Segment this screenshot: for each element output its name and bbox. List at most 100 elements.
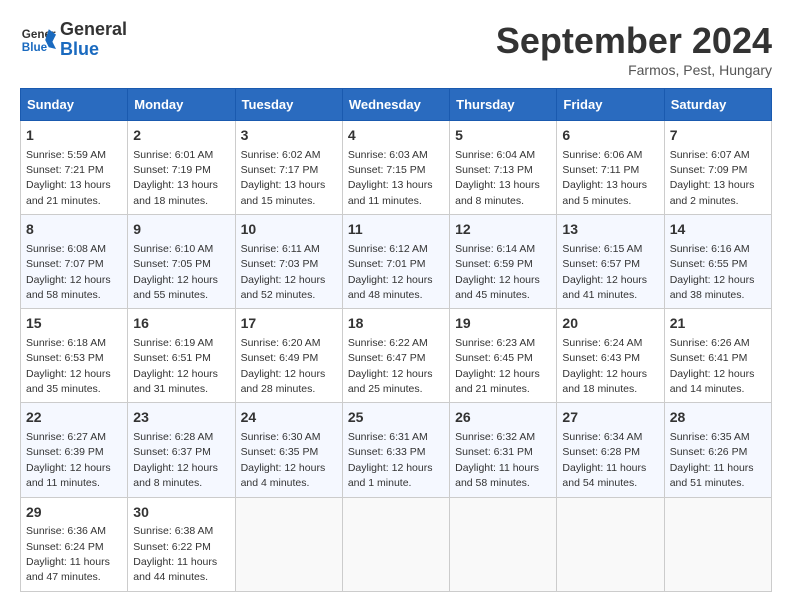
cell-info: Sunrise: 5:59 AMSunset: 7:21 PMDaylight:… (26, 149, 111, 207)
calendar-cell: 14 Sunrise: 6:16 AMSunset: 6:55 PMDayligh… (664, 215, 771, 309)
cell-info: Sunrise: 6:11 AMSunset: 7:03 PMDaylight:… (241, 243, 326, 301)
cell-info: Sunrise: 6:16 AMSunset: 6:55 PMDaylight:… (670, 243, 755, 301)
calendar-cell: 19 Sunrise: 6:23 AMSunset: 6:45 PMDayligh… (450, 309, 557, 403)
cell-info: Sunrise: 6:06 AMSunset: 7:11 PMDaylight:… (562, 149, 647, 207)
calendar-cell: 7Sunrise: 6:07 AMSunset: 7:09 PMDaylight… (664, 121, 771, 215)
calendar-cell: 3 Sunrise: 6:02 AMSunset: 7:17 PMDaylight… (235, 121, 342, 215)
day-number: 12 (455, 220, 551, 240)
cell-info: Sunrise: 6:28 AMSunset: 6:37 PMDaylight:… (133, 431, 218, 489)
calendar-cell (235, 497, 342, 591)
cell-info: Sunrise: 6:36 AMSunset: 6:24 PMDaylight:… (26, 525, 110, 583)
cell-info: Sunrise: 6:32 AMSunset: 6:31 PMDaylight:… (455, 431, 539, 489)
col-sunday: Sunday (21, 89, 128, 121)
calendar-cell: 24 Sunrise: 6:30 AMSunset: 6:35 PMDayligh… (235, 403, 342, 497)
calendar-cell: 2Sunrise: 6:01 AMSunset: 7:19 PMDaylight… (128, 121, 235, 215)
cell-info: Sunrise: 6:01 AMSunset: 7:19 PMDaylight:… (133, 149, 218, 207)
title-area: September 2024 Farmos, Pest, Hungary (496, 20, 772, 78)
cell-info: Sunrise: 6:20 AMSunset: 6:49 PMDaylight:… (241, 337, 326, 395)
day-number: 8 (26, 220, 122, 240)
col-wednesday: Wednesday (342, 89, 449, 121)
cell-info: Sunrise: 6:34 AMSunset: 6:28 PMDaylight:… (562, 431, 646, 489)
logo-blue: Blue (60, 40, 127, 60)
calendar-cell (342, 497, 449, 591)
cell-info: Sunrise: 6:18 AMSunset: 6:53 PMDaylight:… (26, 337, 111, 395)
calendar-cell: 29Sunrise: 6:36 AMSunset: 6:24 PMDayligh… (21, 497, 128, 591)
calendar-week-3: 15 Sunrise: 6:18 AMSunset: 6:53 PMDayligh… (21, 309, 772, 403)
calendar-cell: 5 Sunrise: 6:04 AMSunset: 7:13 PMDaylight… (450, 121, 557, 215)
logo-general: General (60, 20, 127, 40)
day-number: 19 (455, 314, 551, 334)
cell-info: Sunrise: 6:30 AMSunset: 6:35 PMDaylight:… (241, 431, 326, 489)
calendar-cell: 15 Sunrise: 6:18 AMSunset: 6:53 PMDayligh… (21, 309, 128, 403)
col-friday: Friday (557, 89, 664, 121)
cell-info: Sunrise: 6:08 AMSunset: 7:07 PMDaylight:… (26, 243, 111, 301)
calendar-cell: 4 Sunrise: 6:03 AMSunset: 7:15 PMDaylight… (342, 121, 449, 215)
calendar-cell: 13Sunrise: 6:15 AMSunset: 6:57 PMDayligh… (557, 215, 664, 309)
calendar-week-4: 22Sunrise: 6:27 AMSunset: 6:39 PMDayligh… (21, 403, 772, 497)
calendar-cell: 8 Sunrise: 6:08 AMSunset: 7:07 PMDaylight… (21, 215, 128, 309)
day-number: 11 (348, 220, 444, 240)
day-number: 17 (241, 314, 337, 334)
cell-info: Sunrise: 6:02 AMSunset: 7:17 PMDaylight:… (241, 149, 326, 207)
cell-info: Sunrise: 6:10 AMSunset: 7:05 PMDaylight:… (133, 243, 218, 301)
day-number: 25 (348, 408, 444, 428)
calendar-cell: 12 Sunrise: 6:14 AMSunset: 6:59 PMDayligh… (450, 215, 557, 309)
col-saturday: Saturday (664, 89, 771, 121)
calendar-cell (664, 497, 771, 591)
day-number: 23 (133, 408, 229, 428)
calendar-cell: 10 Sunrise: 6:11 AMSunset: 7:03 PMDayligh… (235, 215, 342, 309)
calendar-cell: 25 Sunrise: 6:31 AMSunset: 6:33 PMDayligh… (342, 403, 449, 497)
day-number: 20 (562, 314, 658, 334)
cell-info: Sunrise: 6:22 AMSunset: 6:47 PMDaylight:… (348, 337, 433, 395)
header: General Blue General Blue September 2024… (20, 20, 772, 78)
day-number: 30 (133, 503, 229, 523)
calendar-cell: 16 Sunrise: 6:19 AMSunset: 6:51 PMDayligh… (128, 309, 235, 403)
calendar-cell: 18 Sunrise: 6:22 AMSunset: 6:47 PMDayligh… (342, 309, 449, 403)
logo: General Blue General Blue (20, 20, 127, 60)
day-number: 24 (241, 408, 337, 428)
day-number: 28 (670, 408, 766, 428)
day-number: 10 (241, 220, 337, 240)
day-number: 1 (26, 126, 122, 146)
calendar-cell: 30Sunrise: 6:38 AMSunset: 6:22 PMDayligh… (128, 497, 235, 591)
day-number: 16 (133, 314, 229, 334)
day-number: 4 (348, 126, 444, 146)
calendar-cell: 9 Sunrise: 6:10 AMSunset: 7:05 PMDaylight… (128, 215, 235, 309)
svg-text:Blue: Blue (22, 41, 48, 54)
cell-info: Sunrise: 6:35 AMSunset: 6:26 PMDaylight:… (670, 431, 754, 489)
calendar-cell: 20 Sunrise: 6:24 AMSunset: 6:43 PMDayligh… (557, 309, 664, 403)
col-monday: Monday (128, 89, 235, 121)
day-number: 9 (133, 220, 229, 240)
calendar-cell: 1 Sunrise: 5:59 AMSunset: 7:21 PMDaylight… (21, 121, 128, 215)
calendar-week-5: 29Sunrise: 6:36 AMSunset: 6:24 PMDayligh… (21, 497, 772, 591)
cell-info: Sunrise: 6:19 AMSunset: 6:51 PMDaylight:… (133, 337, 218, 395)
calendar-cell (450, 497, 557, 591)
day-number: 3 (241, 126, 337, 146)
header-row: Sunday Monday Tuesday Wednesday Thursday… (21, 89, 772, 121)
col-tuesday: Tuesday (235, 89, 342, 121)
calendar-cell: 6 Sunrise: 6:06 AMSunset: 7:11 PMDaylight… (557, 121, 664, 215)
calendar-cell: 11 Sunrise: 6:12 AMSunset: 7:01 PMDayligh… (342, 215, 449, 309)
cell-info: Sunrise: 6:12 AMSunset: 7:01 PMDaylight:… (348, 243, 433, 301)
month-title: September 2024 (496, 20, 772, 62)
cell-info: Sunrise: 6:26 AMSunset: 6:41 PMDaylight:… (670, 337, 755, 395)
day-number: 5 (455, 126, 551, 146)
day-number: 14 (670, 220, 766, 240)
day-number: 21 (670, 314, 766, 334)
cell-info: Sunrise: 6:24 AMSunset: 6:43 PMDaylight:… (562, 337, 647, 395)
day-number: 18 (348, 314, 444, 334)
cell-info: Sunrise: 6:14 AMSunset: 6:59 PMDaylight:… (455, 243, 540, 301)
cell-info: Sunrise: 6:04 AMSunset: 7:13 PMDaylight:… (455, 149, 540, 207)
day-number: 15 (26, 314, 122, 334)
day-number: 26 (455, 408, 551, 428)
cell-info: Sunrise: 6:31 AMSunset: 6:33 PMDaylight:… (348, 431, 433, 489)
location: Farmos, Pest, Hungary (496, 62, 772, 78)
day-number: 6 (562, 126, 658, 146)
cell-info: Sunrise: 6:23 AMSunset: 6:45 PMDaylight:… (455, 337, 540, 395)
cell-info: Sunrise: 6:38 AMSunset: 6:22 PMDaylight:… (133, 525, 217, 583)
cell-info: Sunrise: 6:27 AMSunset: 6:39 PMDaylight:… (26, 431, 111, 489)
calendar-week-1: 1 Sunrise: 5:59 AMSunset: 7:21 PMDaylight… (21, 121, 772, 215)
calendar-cell (557, 497, 664, 591)
cell-info: Sunrise: 6:03 AMSunset: 7:15 PMDaylight:… (348, 149, 433, 207)
logo-icon: General Blue (20, 22, 56, 58)
